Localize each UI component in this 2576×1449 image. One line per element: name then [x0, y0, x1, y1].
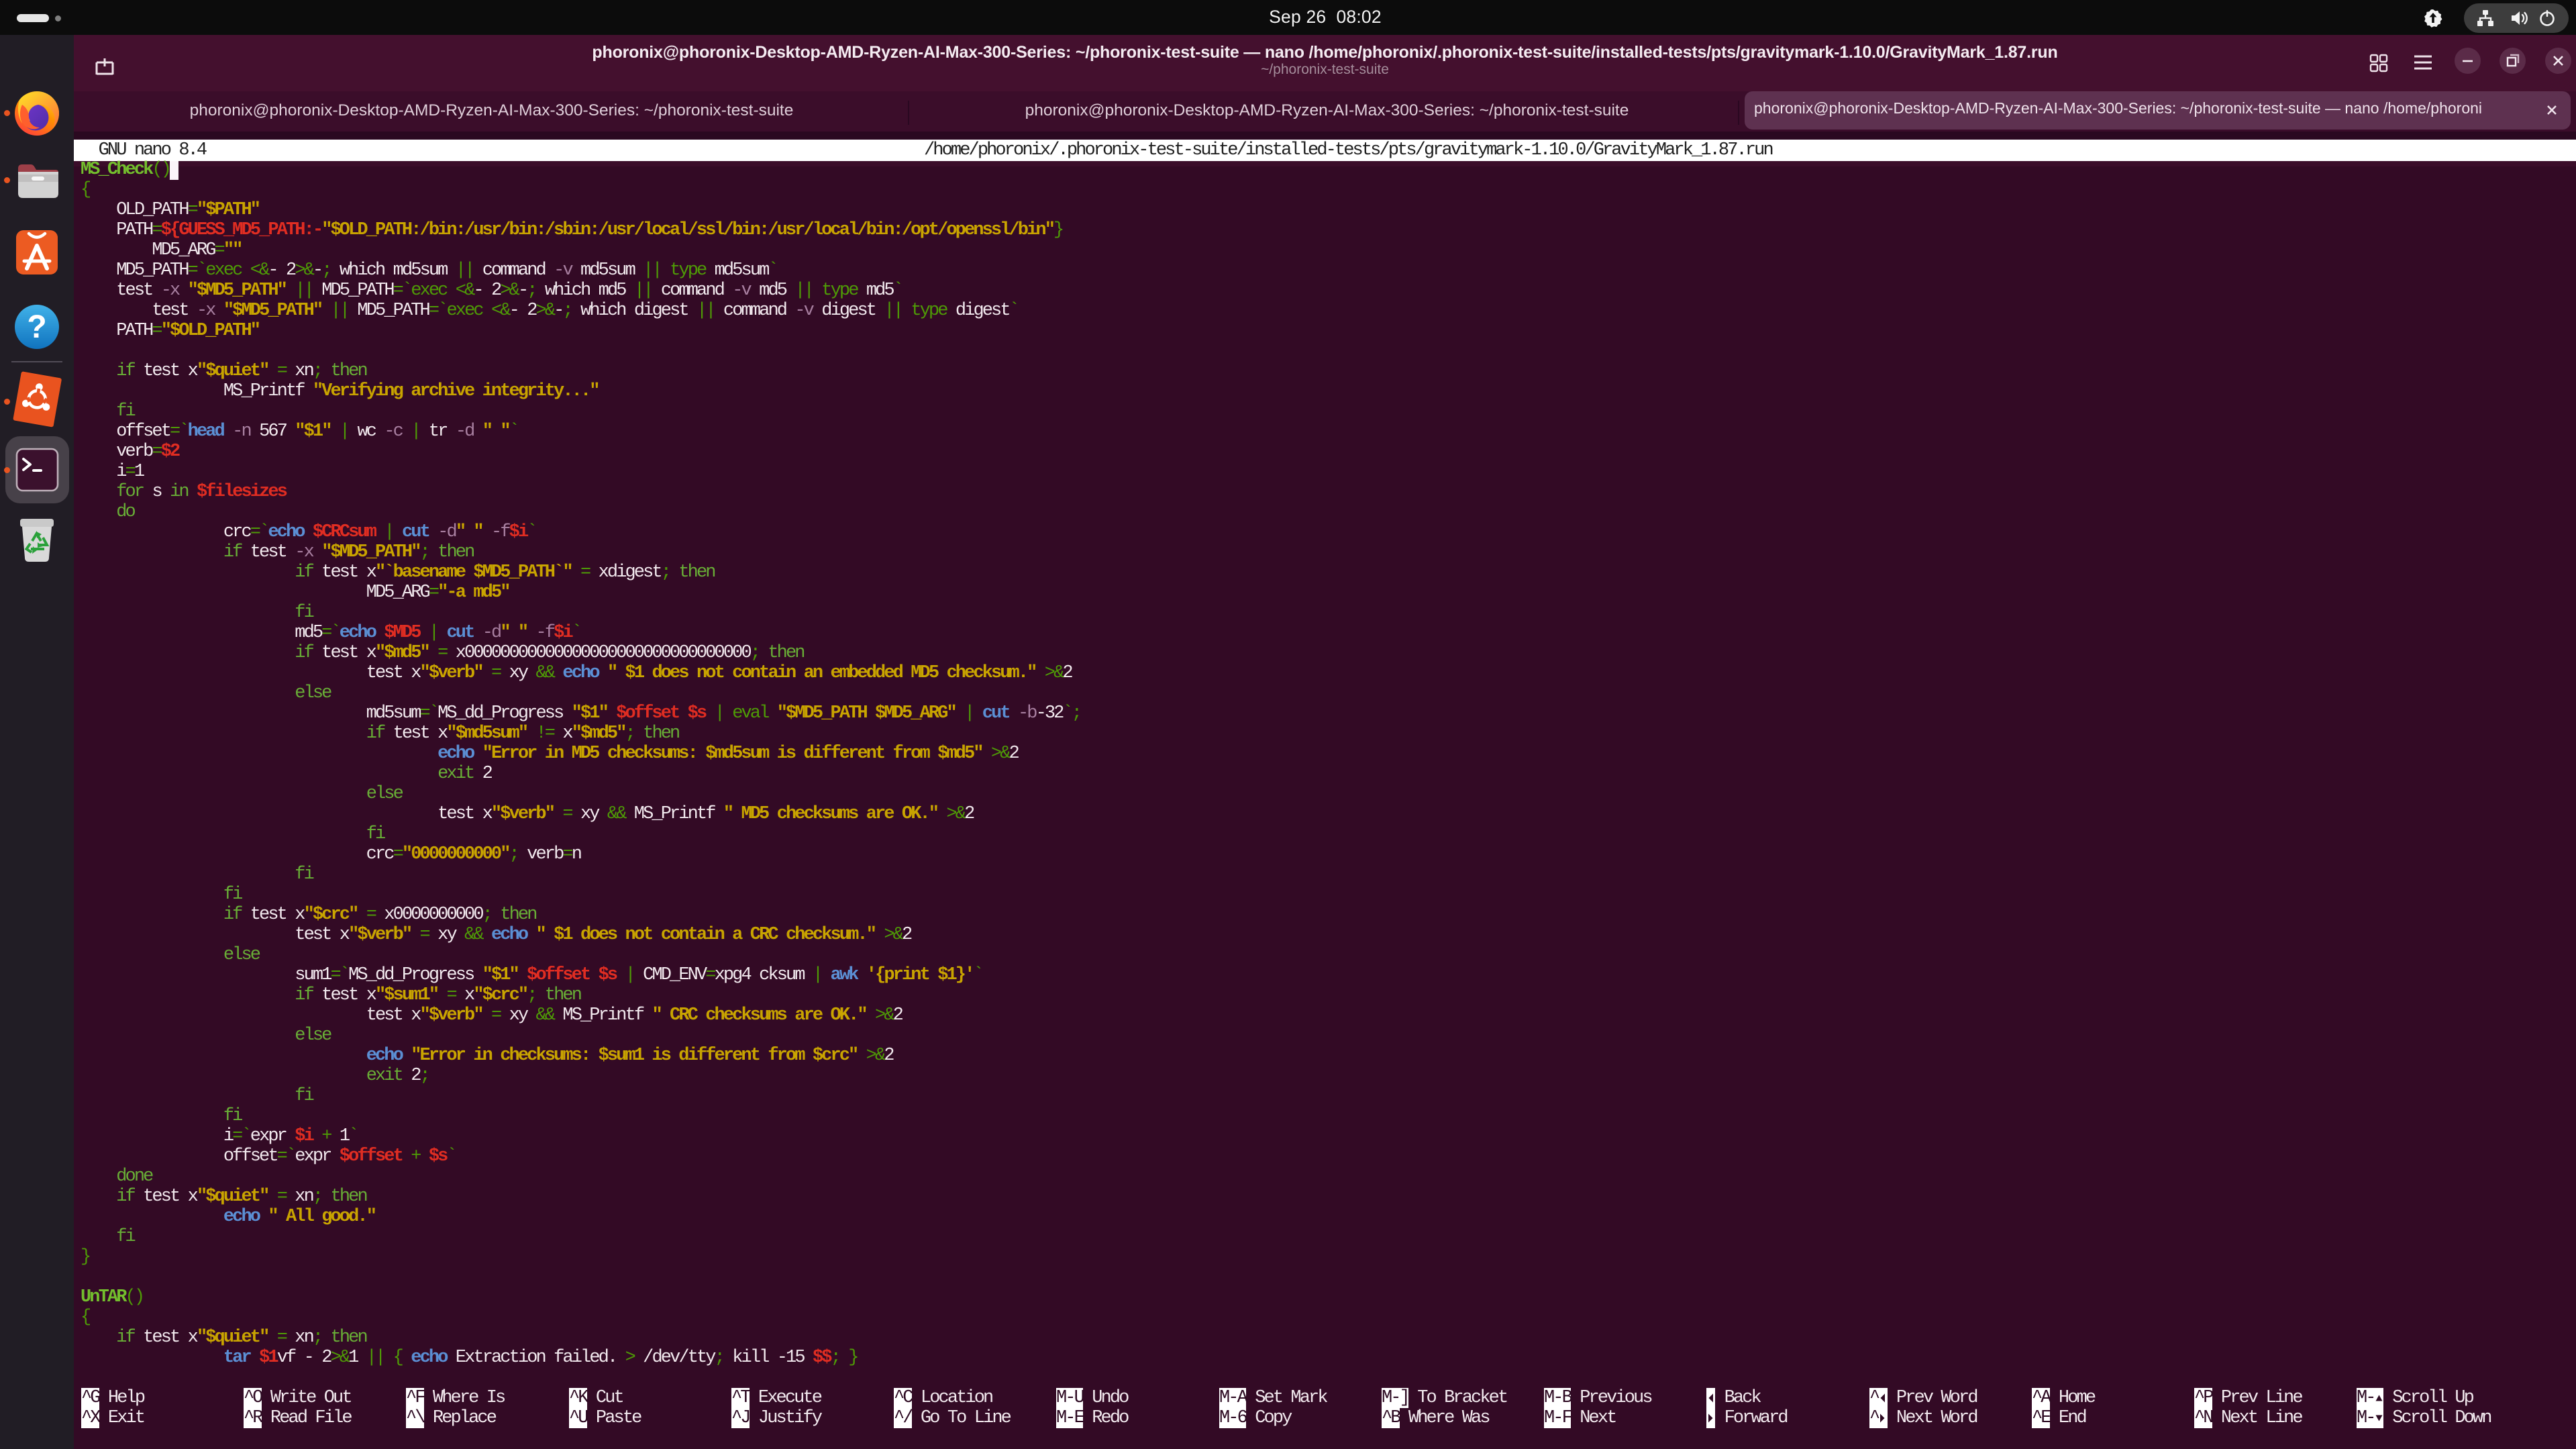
svg-text:?: ?	[27, 309, 46, 345]
